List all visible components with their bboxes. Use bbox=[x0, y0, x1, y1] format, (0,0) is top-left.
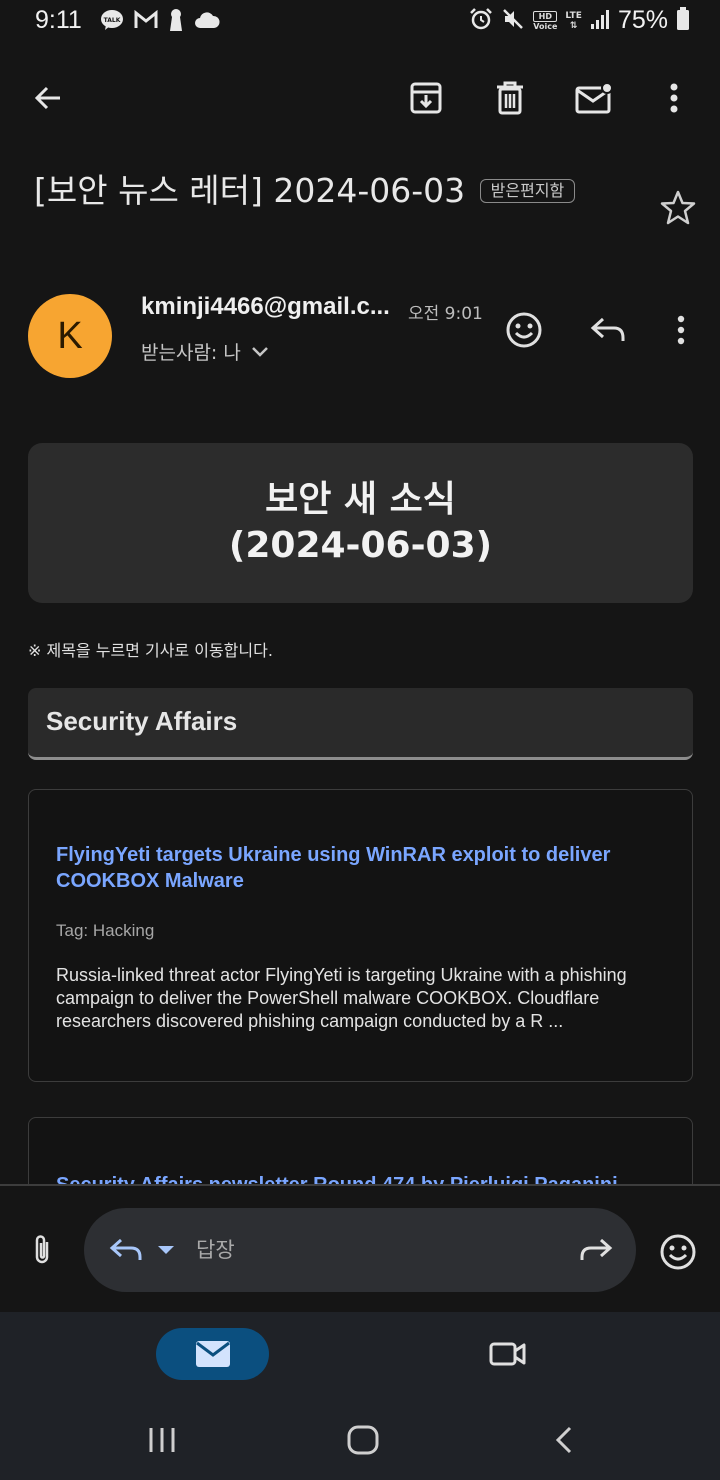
video-camera-icon bbox=[489, 1342, 526, 1366]
sent-time: 오전 9:01 bbox=[408, 304, 483, 324]
newsletter-date: (2024-06-03) bbox=[228, 525, 493, 566]
talk-icon: TALK bbox=[100, 9, 124, 35]
reply-composer[interactable] bbox=[84, 1208, 636, 1292]
email-subject: [보안 뉴스 레터] 2024-06-03 받은편지함 bbox=[34, 168, 644, 214]
more-vert-icon[interactable] bbox=[646, 70, 702, 126]
battery-icon bbox=[676, 6, 690, 35]
mail-icon bbox=[195, 1341, 230, 1367]
hd-voice-icon: HD Voice bbox=[533, 10, 558, 31]
status-bar: 9:11 TALK HD Voice LTE ⇅ 75% bbox=[0, 0, 720, 44]
reply-type-dropdown-icon[interactable] bbox=[156, 1240, 176, 1260]
battery-percent: 75% bbox=[617, 6, 668, 34]
article-description: Russia-linked threat actor FlyingYeti is… bbox=[56, 965, 627, 1031]
status-time: 9:11 bbox=[35, 6, 82, 34]
reply-bar bbox=[0, 1184, 720, 1312]
inbox-label-chip[interactable]: 받은편지함 bbox=[479, 179, 576, 203]
reply-arrow-icon[interactable] bbox=[106, 1230, 146, 1270]
signal-icon bbox=[590, 8, 610, 34]
mark-unread-icon[interactable] bbox=[566, 70, 622, 126]
link-notice: ※ 제목을 누르면 기사로 이동합니다. bbox=[28, 641, 273, 660]
forward-icon[interactable] bbox=[576, 1230, 616, 1270]
article-tag: Tag: Hacking bbox=[56, 921, 155, 940]
gmail-icon bbox=[134, 9, 158, 34]
emoji-react-icon[interactable] bbox=[500, 306, 548, 354]
sender-address[interactable]: kminji4466@gmail.c... bbox=[141, 293, 390, 321]
article-card: FlyingYeti targets Ukraine using WinRAR … bbox=[28, 789, 693, 1082]
sender-avatar[interactable]: K bbox=[28, 294, 112, 378]
section-title: Security Affairs bbox=[46, 706, 238, 736]
subject-text: [보안 뉴스 레터] 2024-06-03 bbox=[34, 171, 466, 210]
svg-text:TALK: TALK bbox=[104, 17, 121, 24]
cloud-icon bbox=[194, 11, 220, 33]
reply-icon[interactable] bbox=[584, 306, 632, 354]
emoji-icon[interactable] bbox=[654, 1228, 702, 1276]
bottom-nav bbox=[0, 1312, 720, 1400]
article-title-link[interactable]: FlyingYeti targets Ukraine using WinRAR … bbox=[56, 842, 666, 894]
reply-input[interactable] bbox=[196, 1230, 526, 1270]
system-back-icon[interactable] bbox=[540, 1418, 588, 1462]
system-nav bbox=[0, 1400, 720, 1480]
back-arrow-icon[interactable] bbox=[20, 70, 76, 126]
mail-tab[interactable] bbox=[156, 1328, 269, 1380]
star-icon[interactable] bbox=[656, 186, 700, 230]
attach-icon[interactable] bbox=[20, 1228, 64, 1272]
newsletter-header: 보안 새 소식 (2024-06-03) bbox=[28, 443, 693, 603]
archive-icon[interactable] bbox=[398, 70, 454, 126]
recipient-text: 받는사람: 나 bbox=[141, 342, 241, 364]
mute-icon bbox=[501, 7, 525, 35]
recent-apps-icon[interactable] bbox=[138, 1418, 186, 1462]
lte-icon: LTE ⇅ bbox=[565, 10, 582, 31]
email-toolbar bbox=[0, 70, 720, 126]
home-icon[interactable] bbox=[339, 1418, 387, 1462]
delete-icon[interactable] bbox=[482, 70, 538, 126]
chevron-down-icon[interactable] bbox=[251, 341, 269, 363]
recipient-details[interactable]: 받는사람: 나 bbox=[141, 338, 269, 365]
newsletter-title: 보안 새 소식 bbox=[265, 479, 456, 520]
message-more-icon[interactable] bbox=[657, 306, 705, 354]
keyhole-icon bbox=[168, 8, 184, 36]
meet-tab[interactable] bbox=[480, 1330, 536, 1378]
alarm-icon bbox=[469, 7, 493, 35]
section-header: Security Affairs bbox=[28, 688, 693, 760]
